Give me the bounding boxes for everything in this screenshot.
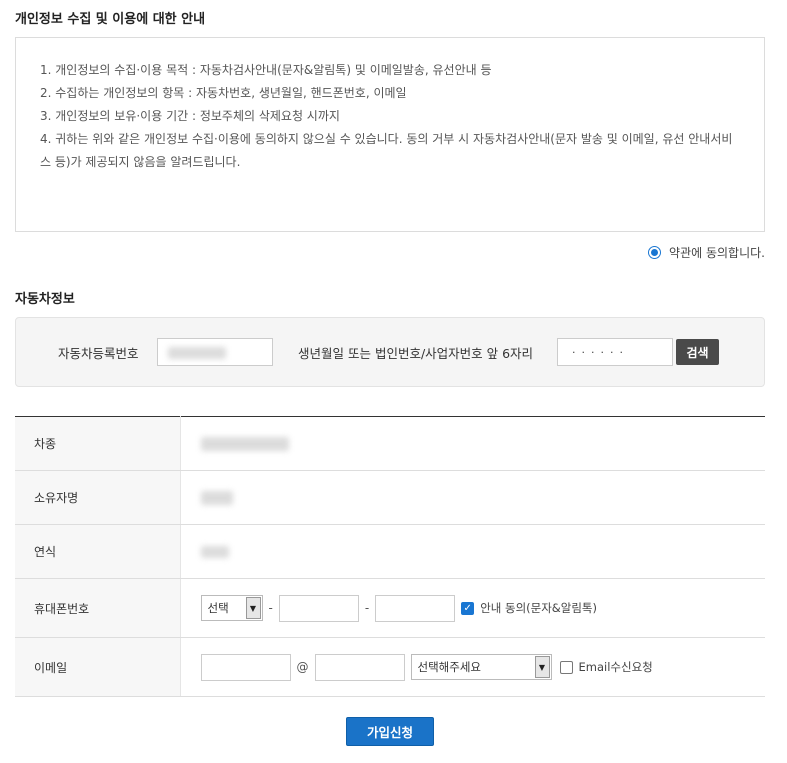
phone-dash: - <box>364 601 370 615</box>
reg-number-input[interactable] <box>157 338 273 366</box>
car-section-title: 자동차정보 <box>15 292 75 307</box>
reg-number-label: 자동차등록번호 <box>58 346 139 361</box>
masked-value: ······ <box>572 345 629 359</box>
table-row: 소유자명 <box>15 470 765 525</box>
phone-header: 휴대폰번호 <box>15 578 181 638</box>
email-id-input[interactable] <box>200 653 291 681</box>
redacted-value <box>168 347 226 359</box>
birth-number-input[interactable]: ······ <box>557 338 673 366</box>
email-consent-checkbox[interactable] <box>559 660 573 674</box>
year-value <box>180 524 765 579</box>
sms-consent-label: 안내 동의(문자&알림톡) <box>480 601 598 615</box>
redacted-value <box>200 545 229 558</box>
email-domain-select-value: 선택해주세요 <box>417 660 481 674</box>
email-at-sign: @ <box>296 660 309 674</box>
table-row: 차종 <box>15 416 765 471</box>
model-header: 차종 <box>15 416 181 471</box>
search-button[interactable]: 검색 <box>676 339 719 365</box>
phone-prefix-select[interactable]: 선택 ▼ <box>200 595 263 621</box>
model-value <box>180 416 765 471</box>
phone-dash: - <box>268 601 273 615</box>
agree-terms-radio[interactable]: 약관에 동의합니다. <box>648 244 765 261</box>
phone-prefix-value: 선택 <box>207 601 229 615</box>
phone-middle-input[interactable] <box>278 594 359 622</box>
phone-last-input[interactable] <box>375 594 456 622</box>
birth-number-label: 생년월일 또는 법인번호/사업자번호 앞 6자리 <box>298 346 534 361</box>
table-row: 이메일 @ 선택해주세요 ▼ Email수신요청 <box>15 637 765 697</box>
submit-join-button[interactable]: 가입신청 <box>346 717 434 746</box>
redacted-value <box>200 490 233 505</box>
terms-item-3: 3. 개인정보의 보유·이용 기간 : 정보주체의 삭제요청 시까지 <box>40 109 340 123</box>
email-domain-input[interactable] <box>314 653 405 681</box>
email-domain-select[interactable]: 선택해주세요 ▼ <box>410 654 552 680</box>
owner-value <box>180 470 765 525</box>
redacted-value <box>200 436 289 451</box>
radio-checked-icon[interactable] <box>648 246 662 259</box>
year-header: 연식 <box>15 524 181 579</box>
email-consent-label: Email수신요청 <box>578 660 653 674</box>
car-search-panel: 자동차등록번호 생년월일 또는 법인번호/사업자번호 앞 6자리 ······ … <box>15 317 765 387</box>
table-row: 연식 <box>15 524 765 579</box>
phone-cell: 선택 ▼ - - ✓ 안내 동의(문자&알림톡) <box>180 578 765 638</box>
sms-consent-checkbox[interactable]: ✓ <box>461 601 475 615</box>
agree-terms-label: 약관에 동의합니다. <box>669 246 765 260</box>
email-header: 이메일 <box>15 637 181 697</box>
terms-item-2: 2. 수집하는 개인정보의 항목 : 자동차번호, 생년월일, 핸드폰번호, 이… <box>40 86 407 100</box>
terms-item-1: 1. 개인정보의 수집·이용 목적 : 자동차검사안내(문자&알림톡) 및 이메… <box>40 63 492 77</box>
table-row: 휴대폰번호 선택 ▼ - - ✓ 안내 동의(문자&알림톡) <box>15 578 765 638</box>
terms-box[interactable]: 1. 개인정보의 수집·이용 목적 : 자동차검사안내(문자&알림톡) 및 이메… <box>15 37 765 232</box>
terms-item-4: 4. 귀하는 위와 같은 개인정보 수집·이용에 동의하지 않으실 수 있습니다… <box>40 132 733 169</box>
email-cell: @ 선택해주세요 ▼ Email수신요청 <box>180 637 765 697</box>
chevron-down-icon[interactable]: ▼ <box>245 597 261 619</box>
chevron-down-icon[interactable]: ▼ <box>534 656 550 678</box>
privacy-section-title: 개인정보 수집 및 이용에 대한 안내 <box>15 12 206 27</box>
car-info-table: 차종 소유자명 연식 휴대폰번호 선택 ▼ - - ✓ 안내 동의(문자&알림톡… <box>15 416 765 697</box>
owner-header: 소유자명 <box>15 470 181 525</box>
